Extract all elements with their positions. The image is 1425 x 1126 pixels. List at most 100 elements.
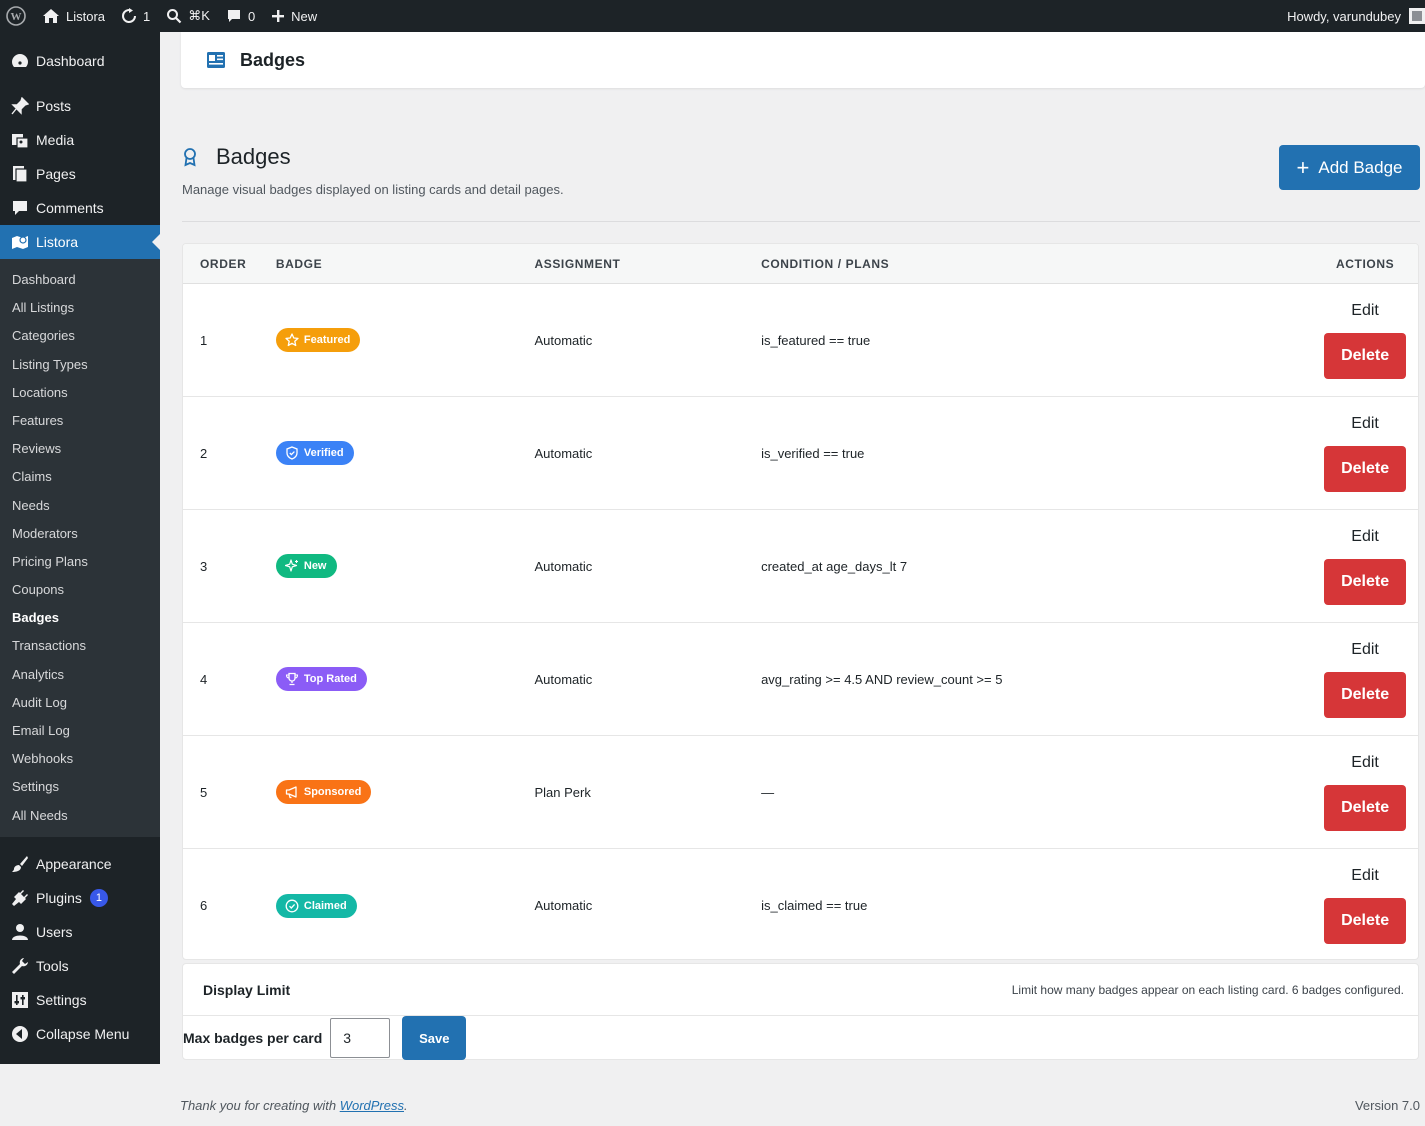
media-icon bbox=[10, 130, 30, 150]
submenu-settings[interactable]: Settings bbox=[0, 773, 160, 801]
max-badges-input[interactable] bbox=[330, 1018, 391, 1058]
condition-cell: is_featured == true bbox=[761, 332, 871, 348]
sparkle-icon bbox=[284, 559, 298, 572]
submenu-webhooks[interactable]: Webhooks bbox=[0, 745, 160, 773]
delete-button[interactable]: Delete bbox=[1324, 671, 1407, 718]
condition-cell: — bbox=[761, 784, 775, 800]
delete-button[interactable]: Delete bbox=[1324, 445, 1407, 492]
user-greeting[interactable]: Howdy, varundubey bbox=[1287, 9, 1401, 24]
badge-pill-featured: Featured bbox=[275, 328, 361, 352]
badge-pill-verified: Verified bbox=[275, 441, 354, 465]
submenu-coupons[interactable]: Coupons bbox=[0, 576, 160, 604]
menu-users[interactable]: Users bbox=[0, 915, 160, 949]
submenu-transactions[interactable]: Transactions bbox=[0, 632, 160, 660]
wordpress-link[interactable]: WordPress bbox=[340, 1098, 404, 1113]
table-row: 5 Sponsored Plan Perk — Edit Delete bbox=[183, 736, 1418, 849]
delete-button[interactable]: Delete bbox=[1324, 332, 1407, 379]
listora-submenu: Dashboard All Listings Categories Listin… bbox=[0, 259, 160, 837]
submenu-email-log[interactable]: Email Log bbox=[0, 717, 160, 745]
submenu-analytics[interactable]: Analytics bbox=[0, 661, 160, 689]
map-icon bbox=[10, 232, 30, 252]
submenu-all-listings[interactable]: All Listings bbox=[0, 294, 160, 322]
plus-icon bbox=[272, 10, 285, 22]
display-limit-panel: Display Limit Limit how many badges appe… bbox=[182, 963, 1419, 1060]
submenu-all-needs[interactable]: All Needs bbox=[0, 802, 160, 830]
trophy-icon bbox=[285, 672, 298, 686]
menu-collapse[interactable]: Collapse Menu bbox=[0, 1017, 160, 1051]
pages-icon bbox=[10, 164, 30, 184]
edit-link[interactable]: Edit bbox=[1351, 415, 1379, 433]
submenu-pricing-plans[interactable]: Pricing Plans bbox=[0, 548, 160, 576]
dashboard-icon bbox=[10, 51, 30, 71]
menu-media[interactable]: Media bbox=[0, 123, 160, 157]
column-header-assignment: ASSIGNMENT bbox=[534, 256, 621, 271]
home-icon bbox=[43, 9, 59, 23]
updates-link[interactable]: 1 bbox=[113, 0, 158, 32]
badge-pill-new: New bbox=[275, 554, 337, 578]
menu-posts[interactable]: Posts bbox=[0, 89, 160, 123]
edit-link[interactable]: Edit bbox=[1351, 867, 1379, 885]
submenu-reviews[interactable]: Reviews bbox=[0, 435, 160, 463]
menu-settings[interactable]: Settings bbox=[0, 983, 160, 1017]
new-content-link[interactable]: New bbox=[263, 0, 325, 32]
submenu-dashboard[interactable]: Dashboard bbox=[0, 266, 160, 294]
menu-comments[interactable]: Comments bbox=[0, 191, 160, 225]
menu-appearance[interactable]: Appearance bbox=[0, 847, 160, 881]
avatar[interactable] bbox=[1409, 8, 1425, 24]
submenu-categories[interactable]: Categories bbox=[0, 322, 160, 350]
badge-pill-claimed: Claimed bbox=[275, 893, 357, 918]
delete-button[interactable]: Delete bbox=[1324, 898, 1407, 944]
admin-sidebar: Dashboard Posts Media Pages Comments Lis… bbox=[0, 32, 160, 1064]
table-row: 6 Claimed Automatic is_claimed == true E… bbox=[183, 849, 1418, 959]
comment-icon bbox=[227, 10, 240, 22]
assignment-cell: Automatic bbox=[534, 671, 593, 687]
table-row: 3 New Automatic created_at age_days_lt 7… bbox=[183, 510, 1418, 623]
brush-icon bbox=[10, 854, 30, 874]
edit-link[interactable]: Edit bbox=[1351, 754, 1379, 772]
submenu-audit-log[interactable]: Audit Log bbox=[0, 689, 160, 717]
submenu-badges[interactable]: Badges bbox=[0, 604, 160, 632]
header-title: Badges bbox=[240, 49, 306, 70]
shield-icon bbox=[286, 446, 298, 460]
edit-link[interactable]: Edit bbox=[1351, 641, 1379, 659]
submenu-locations[interactable]: Locations bbox=[0, 379, 160, 407]
edit-link[interactable]: Edit bbox=[1351, 302, 1379, 320]
submenu-needs[interactable]: Needs bbox=[0, 492, 160, 520]
menu-tools[interactable]: Tools bbox=[0, 949, 160, 983]
add-badge-button[interactable]: + Add Badge bbox=[1279, 145, 1420, 190]
table-row: 4 Top Rated Automatic avg_rating >= 4.5 … bbox=[183, 623, 1418, 736]
admin-bar: W Listora 1 ⌘K 0 New Howdy, varundubey bbox=[0, 0, 1425, 32]
command-search[interactable]: ⌘K bbox=[158, 0, 218, 32]
svg-text:W: W bbox=[11, 11, 22, 23]
updates-count: 1 bbox=[143, 8, 151, 24]
page-description: Manage visual badges displayed on listin… bbox=[182, 182, 564, 197]
assignment-cell: Automatic bbox=[534, 445, 593, 461]
delete-button[interactable]: Delete bbox=[1324, 784, 1407, 831]
assignment-cell: Automatic bbox=[534, 332, 593, 348]
menu-label: Posts bbox=[36, 98, 72, 114]
column-header-actions: ACTIONS bbox=[1335, 256, 1395, 271]
assignment-cell: Plan Perk bbox=[534, 784, 591, 800]
comments-link[interactable]: 0 bbox=[218, 0, 263, 32]
badge-pill-top-rated: Top Rated bbox=[275, 667, 367, 691]
site-name-link[interactable]: Listora bbox=[34, 0, 113, 32]
delete-button[interactable]: Delete bbox=[1324, 558, 1407, 605]
assignment-cell: Automatic bbox=[534, 558, 593, 574]
submenu-listing-types[interactable]: Listing Types bbox=[0, 351, 160, 379]
new-label: New bbox=[291, 8, 318, 24]
wrench-icon bbox=[10, 956, 30, 976]
wordpress-logo-icon[interactable]: W bbox=[0, 0, 34, 32]
menu-pages[interactable]: Pages bbox=[0, 157, 160, 191]
save-button[interactable]: Save bbox=[402, 1016, 467, 1060]
menu-label: Appearance bbox=[36, 855, 112, 872]
edit-link[interactable]: Edit bbox=[1351, 528, 1379, 546]
submenu-features[interactable]: Features bbox=[0, 407, 160, 435]
menu-listora[interactable]: Listora bbox=[0, 225, 160, 259]
menu-plugins[interactable]: Plugins 1 bbox=[0, 881, 160, 915]
menu-dashboard[interactable]: Dashboard bbox=[0, 44, 160, 78]
menu-label: Listora bbox=[36, 234, 79, 250]
submenu-claims[interactable]: Claims bbox=[0, 463, 160, 491]
submenu-moderators[interactable]: Moderators bbox=[0, 520, 160, 548]
plugins-update-count: 1 bbox=[89, 888, 108, 907]
order-cell: 2 bbox=[200, 445, 208, 461]
